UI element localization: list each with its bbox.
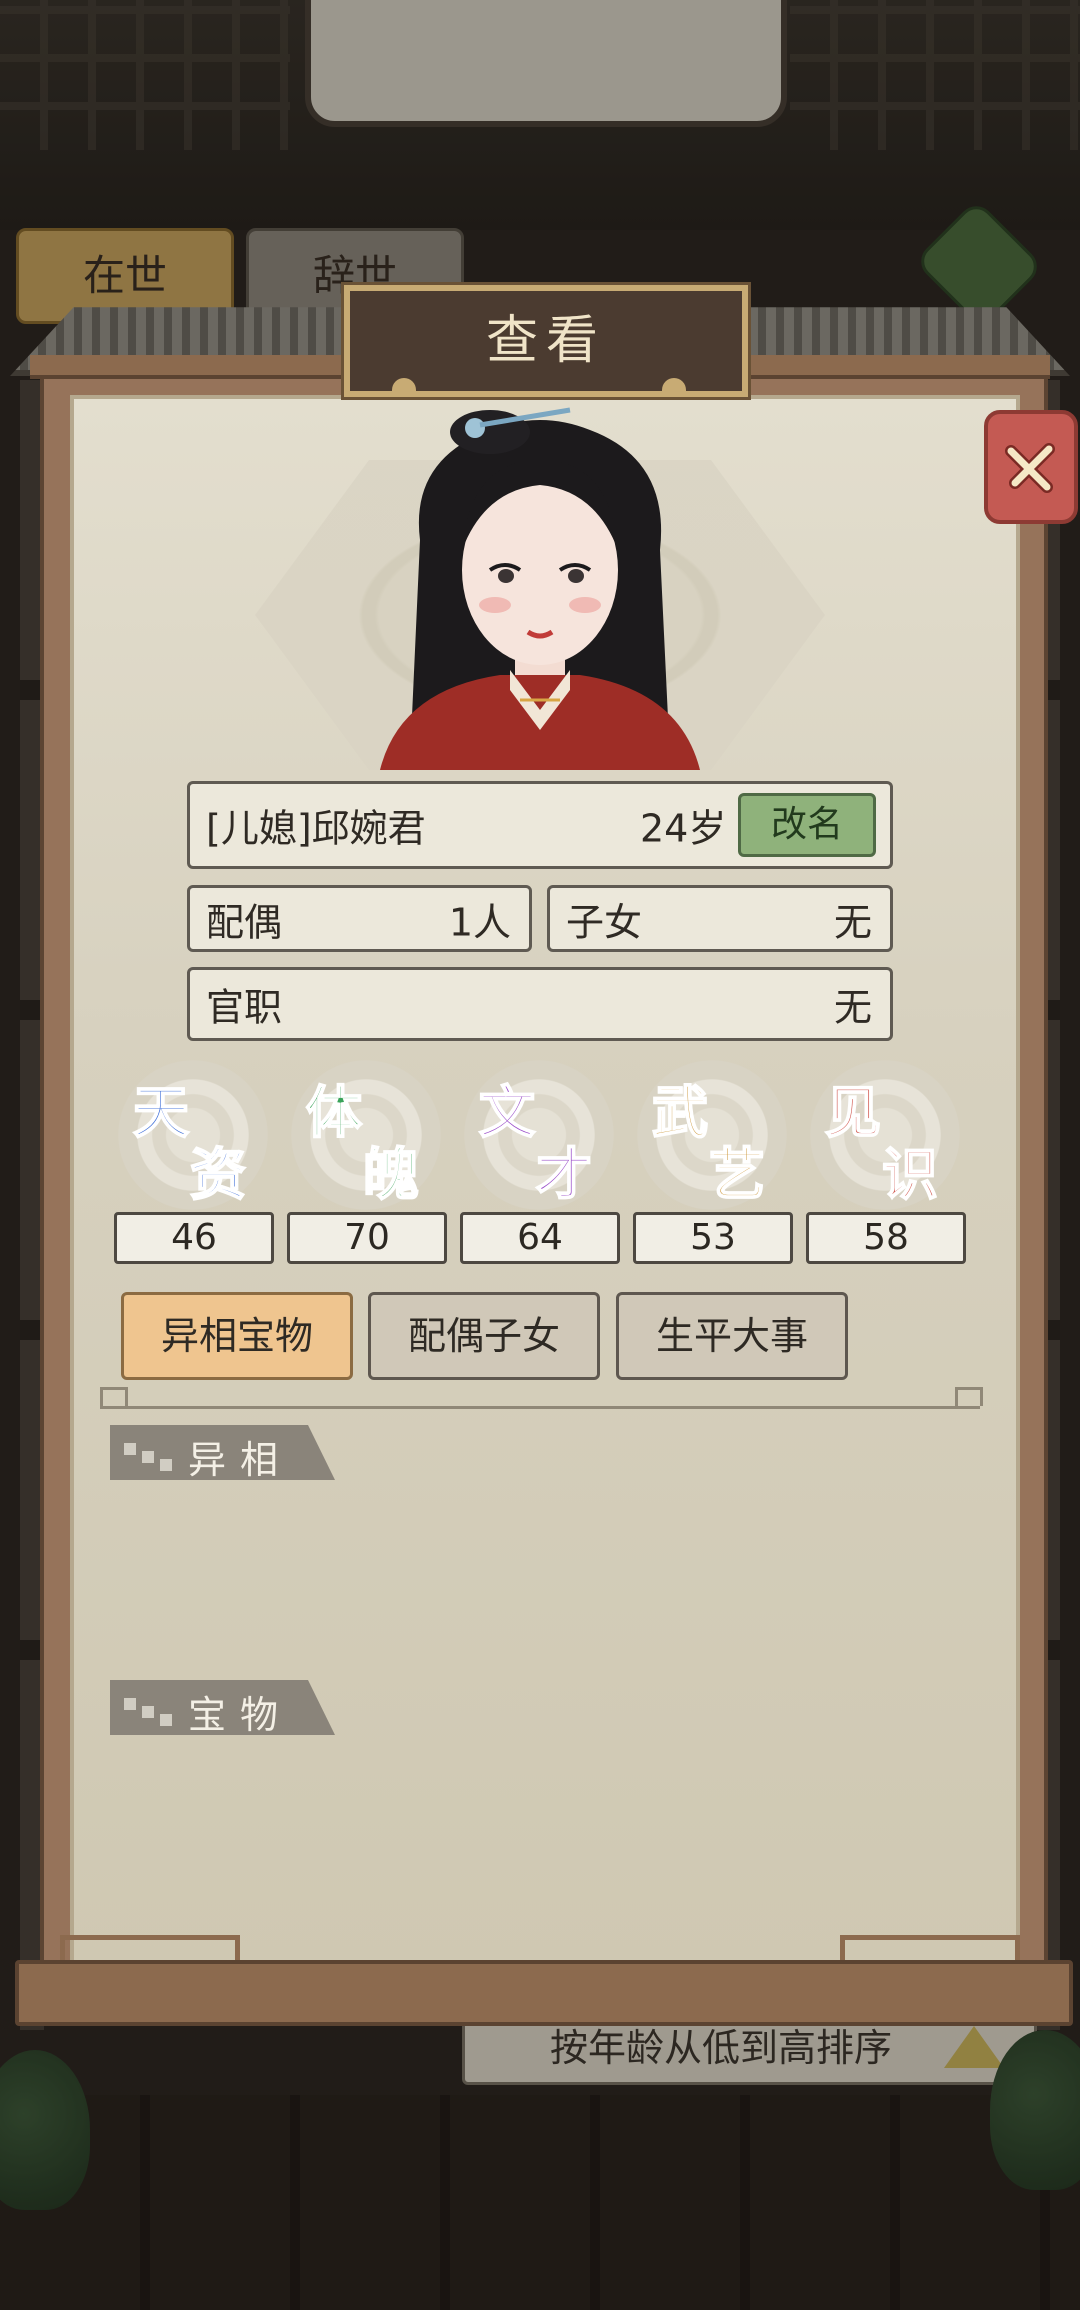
section-divider xyxy=(100,1406,980,1409)
rename-button[interactable]: 改名 xyxy=(738,793,876,857)
stat-char: 武 xyxy=(651,1079,709,1147)
children-field[interactable]: 子女 无 xyxy=(547,885,893,952)
character-name-field: [儿媳]邱婉君 24岁 改名 xyxy=(187,781,893,869)
character-age: 24岁 xyxy=(640,806,727,851)
stat-physique: 体 魄 xyxy=(291,1060,441,1210)
close-x-icon xyxy=(1005,443,1055,493)
lattice-pattern-icon xyxy=(124,1698,174,1730)
lattice-pattern-icon xyxy=(124,1443,174,1475)
stat-char: 魄 xyxy=(362,1141,420,1209)
stat-value-aptitude: 46 xyxy=(114,1212,274,1264)
stat-char: 天 xyxy=(132,1079,190,1147)
divider-ornament-right xyxy=(955,1387,983,1406)
office-label: 官职 xyxy=(206,985,283,1030)
stat-char: 识 xyxy=(881,1141,939,1209)
character-portrait xyxy=(380,407,700,770)
spouse-label: 配偶 xyxy=(206,900,283,944)
stat-char: 见 xyxy=(824,1079,882,1147)
divider-ornament-left xyxy=(100,1387,128,1406)
character-name: [儿媳]邱婉君 xyxy=(206,806,426,851)
stat-value-knowledge: 58 xyxy=(806,1212,966,1264)
stat-char: 文 xyxy=(478,1079,536,1147)
tab-traits-treasures[interactable]: 异相宝物 xyxy=(121,1292,353,1380)
dialog-bottom-rail xyxy=(15,1960,1073,2026)
children-label: 子女 xyxy=(566,900,643,944)
stat-char: 体 xyxy=(305,1079,363,1147)
section-title-treasures: 宝物 xyxy=(188,1693,293,1737)
stat-value-physique: 70 xyxy=(287,1212,447,1264)
children-value: 无 xyxy=(833,900,872,944)
stat-literary: 文 才 xyxy=(464,1060,614,1210)
stat-aptitude: 天 资 xyxy=(118,1060,268,1210)
stat-value-literary: 64 xyxy=(460,1212,620,1264)
stat-knowledge: 见 识 xyxy=(810,1060,960,1210)
stat-value-martial: 53 xyxy=(633,1212,793,1264)
tab-spouse-children[interactable]: 配偶子女 xyxy=(368,1292,600,1380)
tab-life-events[interactable]: 生平大事 xyxy=(616,1292,848,1380)
stat-char: 才 xyxy=(535,1141,593,1209)
spouse-value: 1人 xyxy=(448,900,511,944)
spouse-field[interactable]: 配偶 1人 xyxy=(187,885,532,952)
stat-martial: 武 艺 xyxy=(637,1060,787,1210)
office-field: 官职 无 xyxy=(187,967,893,1041)
section-title-traits: 异相 xyxy=(188,1438,293,1482)
section-header-traits: 异相 xyxy=(110,1425,335,1480)
close-button[interactable] xyxy=(984,410,1078,524)
stat-char: 资 xyxy=(189,1141,247,1209)
section-header-treasures: 宝物 xyxy=(110,1680,335,1735)
office-value: 无 xyxy=(833,985,872,1030)
stat-char: 艺 xyxy=(708,1141,766,1209)
